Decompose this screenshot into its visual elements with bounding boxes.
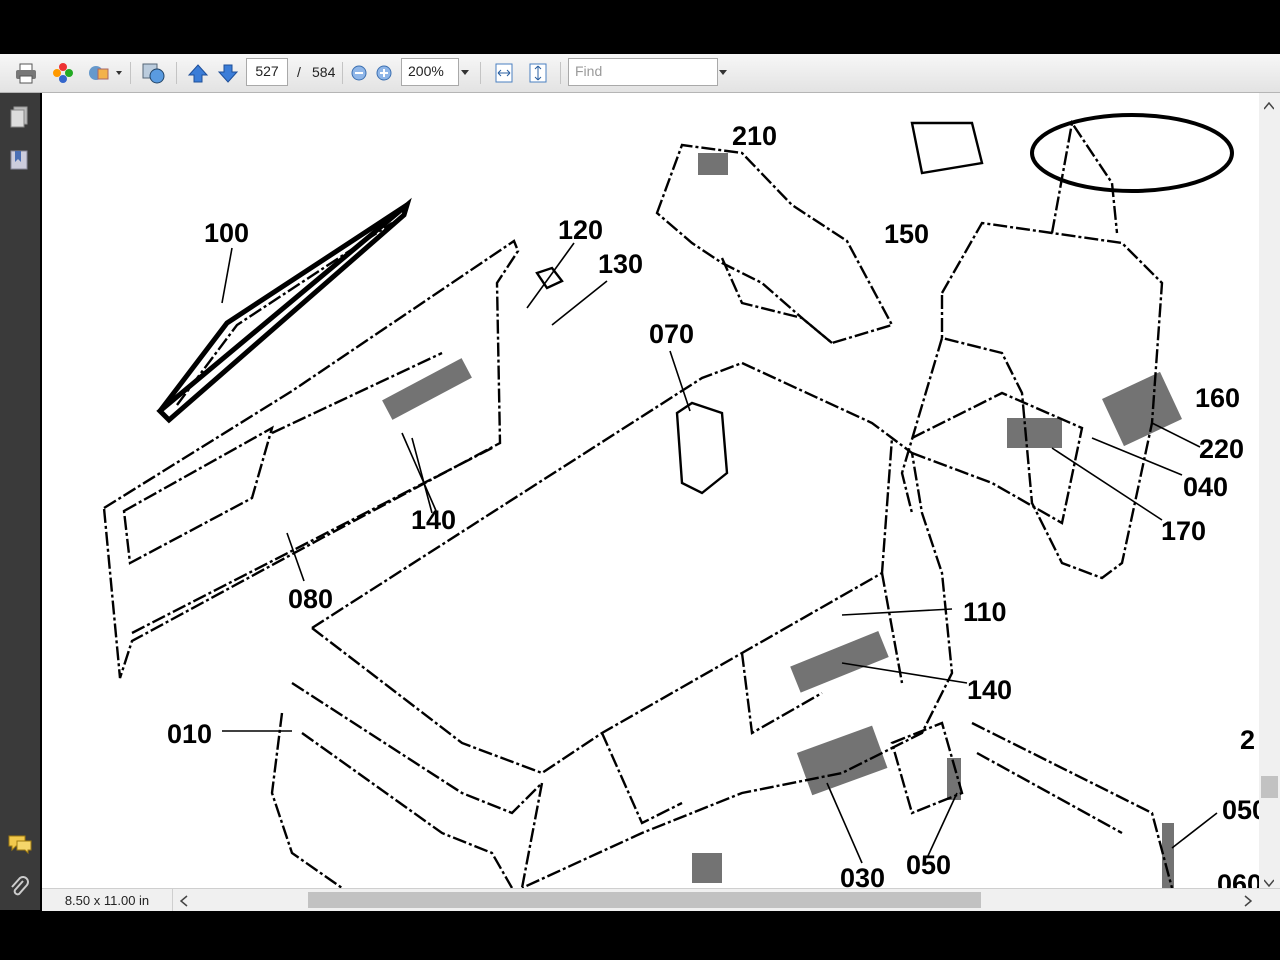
part-label-170: 170 bbox=[1161, 516, 1206, 546]
zoom-dropdown-icon[interactable] bbox=[459, 59, 471, 87]
decal-hatch bbox=[796, 725, 888, 796]
part-label-080: 080 bbox=[288, 584, 333, 614]
decal-hatch bbox=[692, 853, 722, 883]
part-label-050-right: 050 bbox=[1222, 795, 1259, 825]
pages-panel-icon[interactable] bbox=[8, 105, 30, 134]
decal-hatch bbox=[790, 631, 889, 693]
arrow-up-icon[interactable] bbox=[184, 59, 212, 87]
decal-hatch bbox=[947, 758, 961, 800]
navigation-pane bbox=[0, 93, 40, 910]
part-label-140-bottom: 140 bbox=[967, 675, 1012, 705]
decal-hatch bbox=[1007, 418, 1062, 448]
horizontal-scroll-thumb[interactable] bbox=[308, 892, 981, 908]
toolbar-separator bbox=[342, 62, 343, 84]
status-bar: 8.50 x 11.00 in bbox=[42, 888, 1280, 911]
page-total: 584 bbox=[312, 64, 336, 80]
collaborate-icon[interactable] bbox=[138, 59, 168, 87]
vertical-scrollbar[interactable] bbox=[1259, 93, 1280, 888]
page-size-label: 8.50 x 11.00 in bbox=[42, 889, 173, 911]
bookmarks-icon[interactable] bbox=[8, 148, 30, 177]
document-page: 210 100 120 130 150 070 160 220 040 140 … bbox=[42, 93, 1259, 888]
toolbar-separator bbox=[176, 62, 177, 84]
scroll-left-icon[interactable] bbox=[179, 894, 188, 912]
part-label-030: 030 bbox=[840, 863, 885, 888]
page-separator: / bbox=[297, 64, 301, 80]
part-label-060: 060 bbox=[1217, 869, 1259, 888]
decal-hatch bbox=[1162, 823, 1174, 888]
comments-icon[interactable] bbox=[7, 833, 33, 860]
decal-hatch bbox=[382, 358, 472, 420]
fit-width-icon[interactable] bbox=[490, 59, 518, 87]
part-label-130: 130 bbox=[598, 249, 643, 279]
zoom-out-icon[interactable] bbox=[348, 59, 370, 87]
color-wheel-icon[interactable] bbox=[48, 59, 78, 87]
scroll-right-icon[interactable] bbox=[1244, 894, 1253, 912]
scroll-thumb[interactable] bbox=[1261, 776, 1278, 798]
toolbar: 527 / 584 200% Find bbox=[0, 54, 1280, 93]
zoom-in-icon[interactable] bbox=[373, 59, 395, 87]
part-label-150: 150 bbox=[884, 219, 929, 249]
part-label-partial: 2 bbox=[1240, 725, 1255, 755]
arrow-down-icon[interactable] bbox=[214, 59, 242, 87]
printer-icon[interactable] bbox=[10, 59, 42, 87]
decal-hatch bbox=[698, 153, 728, 175]
part-label-140-top: 140 bbox=[411, 505, 456, 535]
part-label-120: 120 bbox=[558, 215, 603, 245]
toolbar-separator bbox=[560, 62, 561, 84]
toolbar-separator bbox=[130, 62, 131, 84]
part-label-010: 010 bbox=[167, 719, 212, 749]
toolbar-separator bbox=[480, 62, 481, 84]
parts-diagram: 210 100 120 130 150 070 160 220 040 140 … bbox=[102, 113, 1259, 888]
find-input[interactable]: Find bbox=[568, 58, 718, 86]
part-label-160: 160 bbox=[1195, 383, 1240, 413]
zoom-level-input[interactable]: 200% bbox=[401, 58, 459, 86]
part-label-070: 070 bbox=[649, 319, 694, 349]
part-label-050: 050 bbox=[906, 850, 951, 880]
attachment-icon[interactable] bbox=[8, 875, 30, 904]
page-number-input[interactable]: 527 bbox=[246, 58, 288, 86]
part-label-210: 210 bbox=[732, 121, 777, 151]
part-label-110: 110 bbox=[963, 597, 1007, 627]
publish-icon[interactable] bbox=[84, 59, 124, 87]
scroll-up-icon[interactable] bbox=[1263, 97, 1275, 115]
part-label-220: 220 bbox=[1199, 434, 1244, 464]
fit-page-icon[interactable] bbox=[524, 59, 552, 87]
decal-hatch bbox=[1102, 371, 1182, 447]
find-dropdown-icon[interactable] bbox=[718, 59, 728, 87]
part-label-040: 040 bbox=[1183, 472, 1228, 502]
part-label-100: 100 bbox=[204, 218, 249, 248]
